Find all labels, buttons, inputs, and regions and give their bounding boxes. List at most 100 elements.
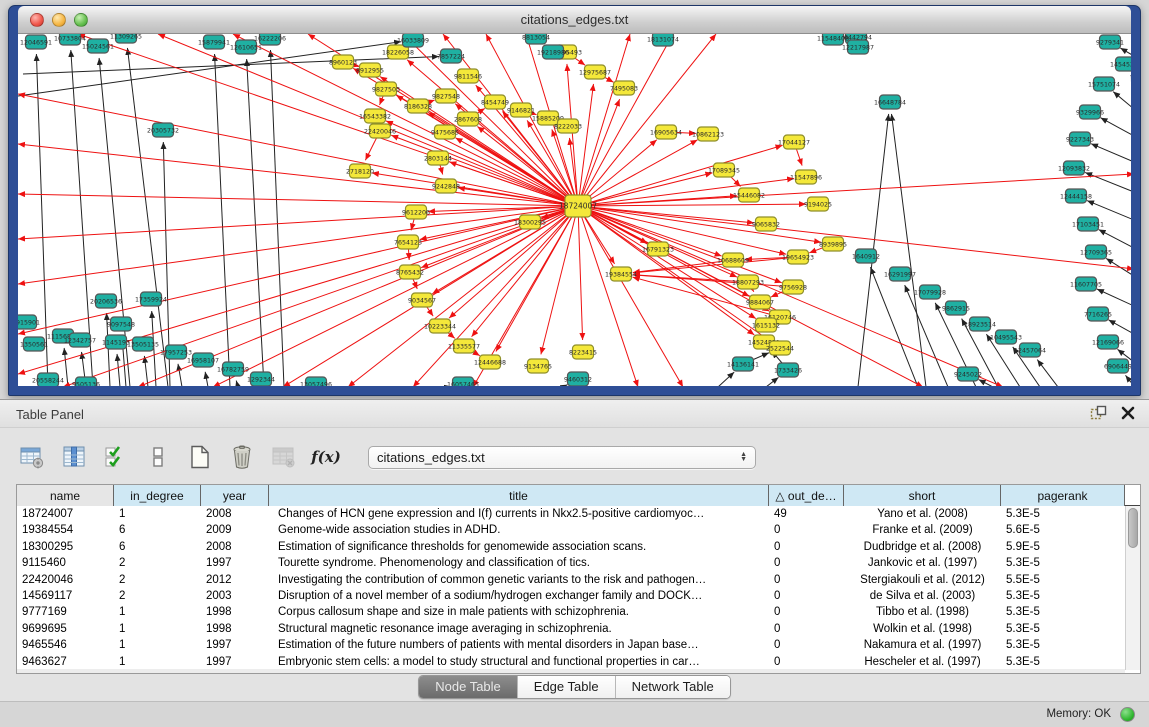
- network-canvas[interactable]: 1872400789601238912955182260589827503165…: [18, 34, 1131, 386]
- network-node[interactable]: 9065832: [752, 217, 780, 231]
- network-node[interactable]: 15879941: [198, 35, 230, 49]
- network-node[interactable]: 2803144: [424, 151, 452, 165]
- network-node[interactable]: 9097548: [107, 317, 135, 331]
- network-node[interactable]: 11309265: [110, 34, 142, 43]
- network-node[interactable]: 3915901: [18, 315, 40, 329]
- network-node[interactable]: 9862915: [942, 301, 970, 315]
- network-node[interactable]: 9460312: [564, 372, 592, 386]
- network-node[interactable]: 7654123: [394, 235, 422, 249]
- network-node[interactable]: 7495083: [610, 81, 638, 95]
- column-header-year[interactable]: year: [201, 485, 269, 506]
- network-node[interactable]: 9227343: [1066, 132, 1094, 146]
- network-node[interactable]: 11547896: [790, 170, 822, 184]
- network-node[interactable]: 12446688: [474, 355, 506, 369]
- table-row[interactable]: 1830029562008Estimation of significance …: [17, 539, 1125, 555]
- column-header-out_de[interactable]: △ out_de…: [769, 485, 844, 506]
- table-row[interactable]: 2242004622012Investigating the contribut…: [17, 572, 1125, 588]
- network-node[interactable]: 9811546: [454, 69, 482, 83]
- network-node[interactable]: 16782759: [217, 362, 249, 376]
- network-node[interactable]: 10688609: [717, 253, 749, 267]
- network-node[interactable]: 8813054: [522, 34, 550, 44]
- network-node[interactable]: 12046591: [20, 35, 52, 49]
- network-node[interactable]: 9034567: [408, 293, 436, 307]
- network-node[interactable]: 1145193: [102, 335, 130, 349]
- table-select-dropdown[interactable]: citations_edges.txt ▲▼: [368, 446, 756, 469]
- network-node[interactable]: 1733426: [774, 363, 802, 377]
- network-node[interactable]: 17359924: [135, 292, 167, 306]
- tab-network-table[interactable]: Network Table: [616, 676, 730, 698]
- table-settings-icon[interactable]: [18, 443, 46, 471]
- network-node[interactable]: 18923514: [964, 317, 996, 331]
- network-node[interactable]: 15024561: [82, 39, 114, 53]
- network-node[interactable]: 17103451: [1072, 217, 1104, 231]
- network-node[interactable]: 14545283: [1110, 57, 1131, 71]
- table-row[interactable]: 911546021997Tourette syndrome. Phenomeno…: [17, 555, 1125, 571]
- network-node[interactable]: 2522544: [766, 341, 794, 355]
- network-node[interactable]: 9756928: [779, 280, 807, 294]
- column-header-name[interactable]: name: [17, 485, 114, 506]
- network-node[interactable]: 9134765: [524, 359, 552, 373]
- column-settings-icon[interactable]: [60, 443, 88, 471]
- network-node[interactable]: 8186328: [404, 99, 432, 113]
- network-node[interactable]: 8939895: [819, 237, 847, 251]
- network-node[interactable]: 9505136: [72, 377, 100, 386]
- scrollbar-thumb[interactable]: [1128, 508, 1138, 548]
- network-graph[interactable]: 1872400789601238912955182260589827503165…: [18, 34, 1131, 386]
- network-node[interactable]: 9827503: [372, 82, 400, 96]
- network-node[interactable]: 20558244: [32, 373, 64, 386]
- network-node[interactable]: 12457064: [1014, 343, 1046, 357]
- network-node[interactable]: 19384554: [605, 267, 637, 281]
- network-node[interactable]: 9329966: [1076, 105, 1104, 119]
- network-node[interactable]: 8223415: [569, 345, 597, 359]
- table-row[interactable]: 969969511998Structural magnetic resonanc…: [17, 621, 1125, 637]
- column-header-pagerank[interactable]: pagerank: [1001, 485, 1125, 506]
- network-node[interactable]: 15446082: [733, 188, 765, 202]
- network-node[interactable]: 13057496: [300, 377, 332, 386]
- network-node[interactable]: 16905634: [650, 125, 682, 139]
- network-node[interactable]: 1292344: [247, 372, 275, 386]
- network-node[interactable]: 17044127: [778, 135, 810, 149]
- network-node[interactable]: 9245022: [954, 367, 982, 381]
- network-node[interactable]: 11335577: [448, 339, 480, 353]
- network-node[interactable]: 9827548: [432, 89, 460, 103]
- network-node[interactable]: 20206536: [90, 294, 122, 308]
- network-node[interactable]: 7716265: [1084, 307, 1112, 321]
- network-node[interactable]: 16648784: [874, 95, 906, 109]
- network-node[interactable]: 9612206: [402, 205, 430, 219]
- tab-node-table[interactable]: Node Table: [419, 676, 518, 698]
- network-node[interactable]: 8912955: [356, 63, 384, 77]
- network-node[interactable]: 1350561: [20, 337, 48, 351]
- network-node[interactable]: 12709365: [1080, 245, 1112, 259]
- network-node[interactable]: 9242848: [432, 179, 460, 193]
- column-header-title[interactable]: title: [269, 485, 769, 506]
- table-row[interactable]: 1872400712008Changes of HCN gene express…: [17, 506, 1125, 522]
- network-node[interactable]: 12975687: [579, 65, 611, 79]
- new-file-icon[interactable]: [186, 443, 214, 471]
- network-node[interactable]: 22420046: [364, 124, 396, 138]
- network-node[interactable]: 9475685: [431, 125, 459, 139]
- network-node[interactable]: 9194025: [804, 197, 832, 211]
- network-node[interactable]: 7857224: [437, 49, 465, 63]
- network-node[interactable]: 16057465: [447, 377, 479, 386]
- network-node[interactable]: 17079928: [914, 285, 946, 299]
- network-node[interactable]: 10862123: [692, 127, 724, 141]
- delete-trash-icon[interactable]: [228, 443, 256, 471]
- network-node[interactable]: 2867608: [454, 112, 482, 126]
- column-header-short[interactable]: short: [844, 485, 1001, 506]
- network-node[interactable]: 19654923: [782, 250, 814, 264]
- network-node[interactable]: 10223344: [424, 319, 456, 333]
- table-row[interactable]: 1456911722003Disruption of a novel membe…: [17, 588, 1125, 604]
- collapse-rows-icon[interactable]: [144, 443, 172, 471]
- network-node[interactable]: 1640912: [852, 249, 880, 263]
- network-node[interactable]: 9146821: [507, 103, 535, 117]
- table-row[interactable]: 946554611997Estimation of the future num…: [17, 637, 1125, 653]
- close-panel-icon[interactable]: [1121, 406, 1135, 425]
- function-builder-icon[interactable]: f(x): [312, 443, 340, 471]
- network-node[interactable]: 10495543: [990, 330, 1022, 344]
- network-node[interactable]: 18724007: [559, 195, 597, 217]
- row-check-icon[interactable]: [102, 443, 130, 471]
- network-node[interactable]: 8222033: [554, 119, 582, 133]
- column-header-in_degree[interactable]: in_degree: [114, 485, 201, 506]
- network-node[interactable]: 12169066: [1092, 335, 1124, 349]
- network-node[interactable]: 6906449: [1104, 359, 1131, 373]
